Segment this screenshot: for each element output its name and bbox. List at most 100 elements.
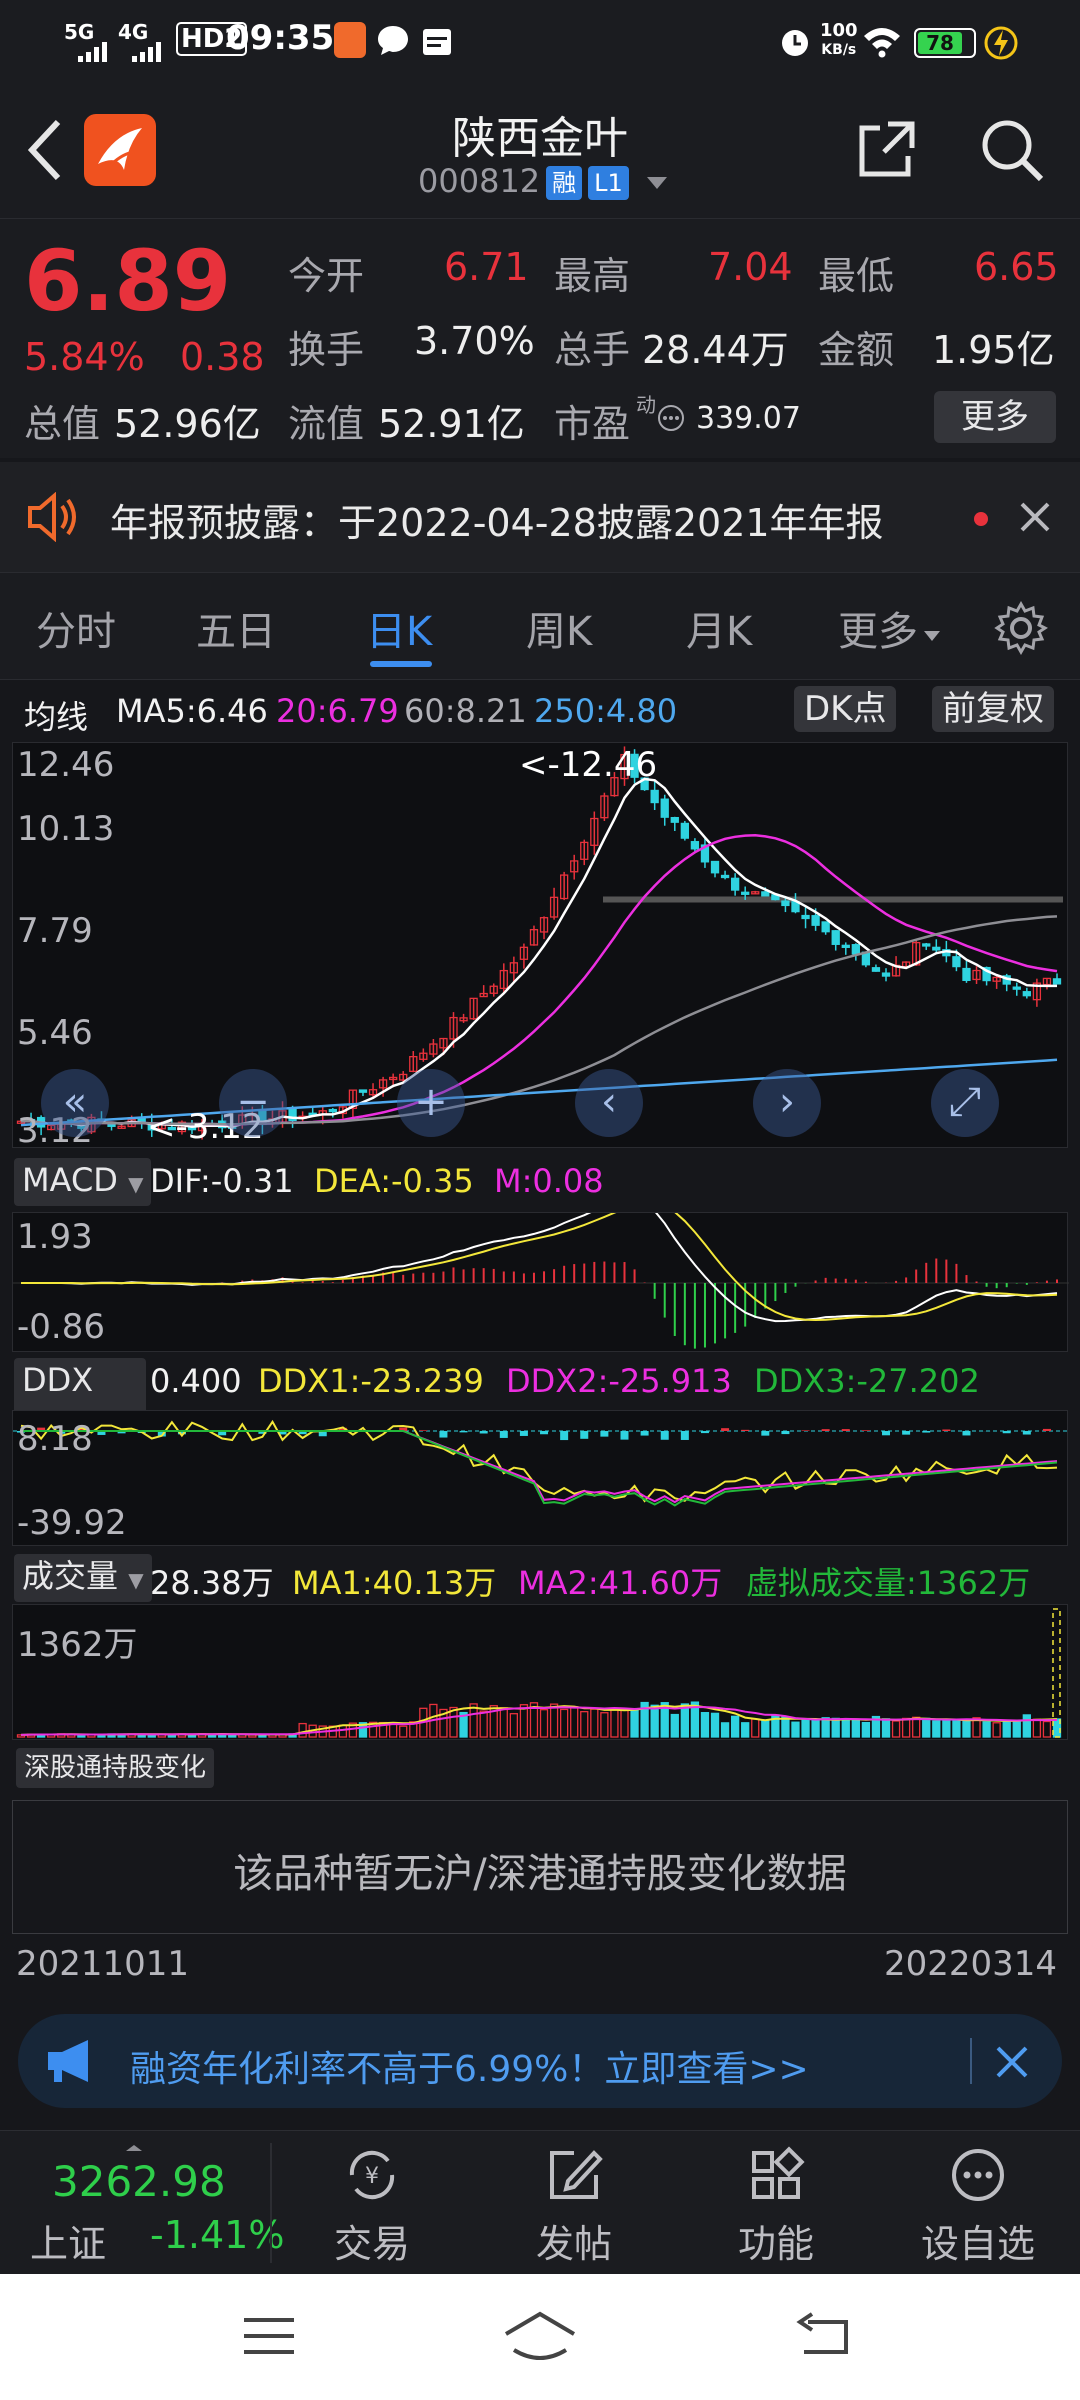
svg-text:¥: ¥ (365, 2164, 379, 2189)
ddx-bar (519, 1431, 528, 1436)
banner-divider (970, 2038, 972, 2084)
scroll-left-button[interactable]: ‹ (575, 1069, 643, 1137)
tab-intraday[interactable]: 分时 (36, 599, 116, 657)
volume-bar (539, 1709, 549, 1738)
ddx-bar (841, 1429, 850, 1431)
zoom-in-button[interactable]: + (397, 1069, 465, 1137)
index-ticker[interactable]: 3262.98 上证 -1.41% (0, 2131, 284, 2275)
macd-m: M:0.08 (494, 1162, 604, 1200)
settings-gear-icon[interactable] (994, 601, 1048, 655)
volume-y-max: 1362万 (17, 1625, 138, 1665)
ddx-y-max: 8.18 (17, 1419, 93, 1459)
kline-chart[interactable]: 12.46 10.13 7.79 5.46 3.12 <-12.46 <-3.1… (12, 742, 1068, 1151)
ddx-y-min: -39.92 (17, 1503, 127, 1543)
volume-chart[interactable]: 1362万 (12, 1604, 1068, 1740)
more-quote-button[interactable]: 更多 (934, 391, 1056, 443)
macd-chart[interactable]: 1.93 -0.86 (12, 1212, 1069, 1352)
tab-weekly-k[interactable]: 周K (526, 599, 592, 657)
volume-ma2: MA2:41.60万 (518, 1564, 723, 1602)
candle-body (821, 921, 830, 933)
nav-post[interactable]: 发帖 (474, 2131, 674, 2275)
info-dots-icon[interactable] (656, 403, 686, 433)
turnover-value: 3.70% (414, 319, 535, 363)
grid-icon (752, 2146, 805, 2199)
margin-ad-banner[interactable]: 融资年化利率不高于6.99%！立即查看>> (18, 2014, 1062, 2108)
level-badge: L1 (588, 166, 629, 200)
dea-line (21, 1213, 1058, 1322)
y-tick-2: 10.13 (17, 809, 115, 849)
candle-body (670, 816, 679, 823)
high-value: 7.04 (708, 245, 793, 289)
y-tick-max: 12.46 (17, 745, 115, 785)
candle-body (328, 1108, 337, 1113)
amount-label: 金额 (818, 328, 895, 372)
ddx3-line (21, 1430, 1058, 1507)
nav-watchlist[interactable]: 设自选 (878, 2131, 1078, 2275)
ddx-bar (600, 1431, 609, 1437)
volume-bar (1012, 1720, 1021, 1738)
candle-body (107, 1123, 116, 1127)
volume-bar (922, 1717, 931, 1738)
candle-body (650, 789, 659, 804)
candle-body (922, 943, 931, 947)
close-icon[interactable] (1018, 500, 1052, 534)
zoom-out-button[interactable]: − (219, 1069, 287, 1137)
virtual-volume-bar (1052, 1608, 1061, 1738)
nav-function[interactable]: 功能 (676, 2131, 876, 2275)
volume-bar (1022, 1714, 1031, 1738)
ddx-chart[interactable]: 8.18 -39.92 (12, 1410, 1069, 1546)
back-nav-icon[interactable] (794, 2312, 852, 2360)
ddx-bar (700, 1431, 709, 1434)
tab-daily-k[interactable]: 日K (366, 599, 432, 657)
scroll-right-button[interactable]: › (753, 1069, 821, 1137)
candle-body (801, 914, 810, 920)
volume-bar (499, 1707, 508, 1738)
nav-trade-label: 交易 (333, 2222, 410, 2266)
dk-point-button[interactable]: DK点 (794, 686, 897, 732)
home-icon[interactable] (502, 2310, 578, 2362)
candle-body (741, 891, 750, 895)
y-tick-4: 5.46 (17, 1013, 93, 1053)
volume-selector[interactable]: 成交量 ▼ (14, 1554, 152, 1602)
banner-text: 融资年化利率不高于6.99%！立即查看>> (130, 2049, 809, 2090)
macd-y-max: 1.93 (17, 1217, 93, 1257)
macd-selector[interactable]: MACD ▼ (14, 1158, 152, 1206)
scroll-left-fast-button[interactable]: « (41, 1069, 109, 1137)
volume-legend: 成交量 ▼ 28.38万 MA1:40.13万 MA2:41.60万 虚拟成交量… (0, 1548, 1080, 1604)
dif-line (21, 1213, 1058, 1323)
ddx-bar (499, 1431, 508, 1438)
ma20-line (20, 834, 1058, 1126)
tab-more[interactable]: 更多 (838, 599, 942, 657)
start-date: 20211011 (16, 1944, 190, 1984)
candle-body (710, 860, 720, 874)
menu-icon[interactable] (240, 2314, 298, 2358)
fullscreen-button[interactable]: ⤢ (931, 1069, 999, 1137)
volume-bar (1002, 1720, 1011, 1738)
ddx-bar (540, 1431, 549, 1435)
volume-name: 成交量 (22, 1557, 119, 1595)
nav-trade[interactable]: ¥ 交易 (272, 2131, 472, 2275)
ddx-bar (902, 1431, 911, 1435)
unread-dot (974, 512, 988, 526)
banner-close-icon[interactable] (994, 2044, 1030, 2080)
price-adjust-button[interactable]: 前复权 (932, 686, 1054, 732)
volume-bar (741, 1722, 750, 1738)
volume-bar (600, 1712, 609, 1738)
ddx-bar (419, 1430, 428, 1431)
volume-bar (399, 1725, 408, 1738)
megaphone-icon (48, 2040, 88, 2082)
kline-svg (16, 746, 1063, 1140)
volume-bar (751, 1718, 760, 1738)
float-cap-value: 52.91亿 (378, 402, 525, 446)
tab-more-label: 更多 (838, 609, 918, 655)
ddx-bar (741, 1429, 750, 1431)
tab-five-day[interactable]: 五日 (196, 599, 276, 657)
tab-monthly-k[interactable]: 月K (686, 599, 752, 657)
hk-connect-selector[interactable]: 深股通持股变化 (16, 1748, 215, 1788)
share-icon[interactable] (856, 118, 918, 180)
dropdown-icon[interactable] (645, 173, 669, 193)
turnover-label: 换手 (288, 328, 365, 372)
search-icon[interactable] (978, 116, 1046, 184)
notice-bar[interactable]: 年报预披露：于2022-04-28披露2021年年报 (0, 462, 1080, 572)
ddx-bar (922, 1431, 931, 1433)
